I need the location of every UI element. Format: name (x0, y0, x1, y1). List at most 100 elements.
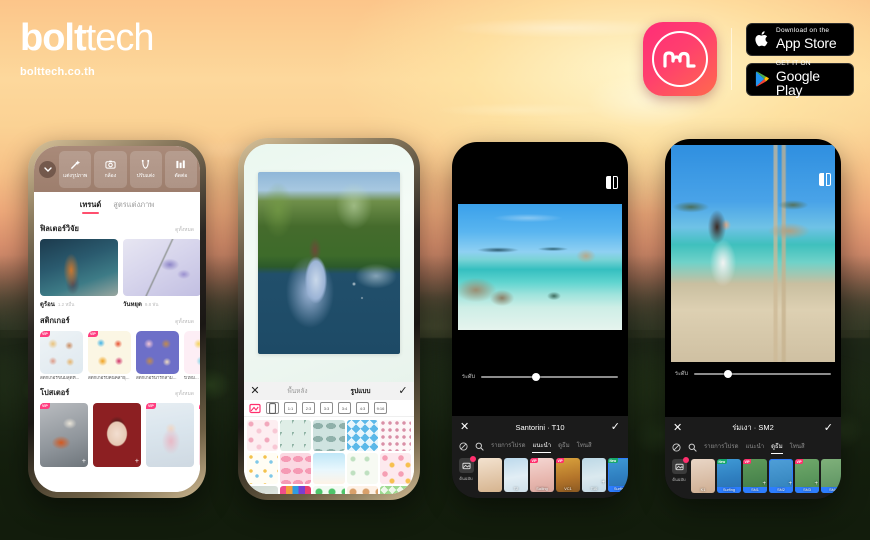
ratio-9-16[interactable]: 9:16 (374, 402, 387, 414)
ratio-3-4[interactable]: 3:4 (338, 402, 351, 414)
section-title-posters: โปสเตอร์ (40, 387, 70, 397)
toolbar-tile-camera[interactable]: กล้อง (94, 150, 127, 188)
google-play-button[interactable]: GET IT ON Google Play (746, 60, 854, 97)
list-item[interactable]: VIP (199, 402, 200, 467)
no-filter-icon[interactable] (459, 442, 468, 451)
pattern-swatch[interactable] (313, 453, 345, 485)
tab-recommended[interactable]: แนะนำ (532, 440, 551, 453)
store-area: Download on the App Store GET IT ON Goog… (643, 22, 854, 97)
filter-thumbnail[interactable]: VIP Sailing (530, 458, 554, 492)
tab-favorites[interactable]: รายการโปรด (491, 440, 525, 453)
google-play-text: GET IT ON Google Play (776, 60, 845, 97)
add-icon[interactable]: + (82, 458, 86, 465)
app-store-button[interactable]: Download on the App Store (746, 22, 854, 56)
phone-ratio-icon[interactable] (266, 402, 279, 414)
meitu-app-icon[interactable] (643, 22, 717, 96)
filter-thumbnail[interactable]: + T10 (582, 458, 606, 492)
check-icon[interactable]: ✓ (824, 422, 833, 434)
filter-thumbnail[interactable]: K1 (691, 459, 715, 493)
tab-background[interactable]: พื้นหลัง (287, 386, 307, 396)
tab-themes[interactable]: ดูธีม (771, 441, 783, 454)
pattern-swatch[interactable] (347, 420, 378, 451)
free-crop-icon[interactable] (248, 402, 261, 414)
tab-tones[interactable]: โทนสี (577, 440, 592, 453)
pattern-swatch[interactable] (247, 453, 278, 484)
list-item[interactable]: วันหยุด 9.8 พัน (123, 239, 200, 309)
check-icon[interactable]: ✓ (392, 385, 414, 397)
list-item[interactable]: + (93, 402, 141, 467)
filter-thumbnail[interactable]: T2 (504, 458, 528, 492)
slider-track[interactable] (480, 373, 618, 381)
section-more-filters[interactable]: ดูทั้งหมด (175, 226, 194, 234)
add-icon[interactable]: + (135, 458, 139, 465)
no-filter-icon[interactable] (672, 443, 681, 452)
toolbar-tile-beautify[interactable]: ปรับแต่ง (129, 150, 162, 188)
panel-title-bar: ✕ ร่มเงา · SM2 ✓ (665, 417, 841, 439)
compare-split-icon[interactable] (606, 176, 618, 189)
intensity-slider[interactable]: ระดับ (452, 370, 628, 384)
section-more-posters[interactable]: ดูทั้งหมด (175, 390, 194, 398)
list-item[interactable]: ปีใหม่... (184, 331, 200, 381)
slider-thumb[interactable] (531, 373, 540, 381)
promo-banner: bolttech bolttech.co.th Download on the … (0, 0, 870, 540)
filter-thumbnail[interactable]: New Surfing (717, 459, 741, 493)
search-icon[interactable] (475, 442, 484, 451)
close-icon[interactable]: ✕ (460, 421, 469, 433)
tab-recipes[interactable]: สูตรแต่งภาพ (113, 199, 154, 214)
list-item[interactable]: VIP (146, 402, 194, 467)
pattern-swatch[interactable] (247, 486, 279, 494)
check-icon[interactable]: ✓ (611, 421, 620, 433)
tab-favorites[interactable]: รายการโปรด (704, 441, 738, 454)
filter-thumbnail-selected[interactable]: + SM2 (769, 459, 793, 493)
filter-thumbnail[interactable]: VIP VC1 (556, 458, 580, 492)
tab-tones[interactable]: โทนสี (790, 441, 805, 454)
tab-pattern[interactable]: รูปแบบ (350, 386, 370, 396)
list-item[interactable]: สติกเกอร์น่ารักสาม... (136, 331, 179, 381)
slider-track[interactable] (693, 370, 831, 378)
tab-trend[interactable]: เทรนด์ (80, 199, 101, 214)
card-title: ดูร้อน (40, 302, 55, 308)
list-item[interactable]: VIP สติกเกอร์ปิคนิคสาธุ... (88, 331, 131, 381)
chevron-down-icon[interactable] (39, 160, 56, 178)
editor-canvas[interactable] (244, 144, 414, 382)
filter-thumbnail[interactable]: VIP + SM3 (795, 459, 819, 493)
section-more-stickers[interactable]: ดูทั้งหมด (175, 318, 194, 326)
pattern-swatch[interactable] (380, 453, 411, 484)
pattern-swatch[interactable] (247, 420, 278, 451)
pattern-swatch[interactable] (379, 420, 411, 452)
tab-recommended[interactable]: แนะนำ (745, 441, 764, 454)
original-photo-button[interactable]: ต้นฉบับ (669, 457, 689, 483)
toolbar-tile-video[interactable]: ตัดต่อ (164, 150, 197, 188)
notification-dot (682, 457, 689, 463)
pattern-swatch[interactable] (380, 486, 411, 494)
panel-title-bar: ✕ Santorini · T10 ✓ (452, 416, 628, 438)
list-item[interactable]: VIP สติกเกอร์ขนมสุดที่... (40, 331, 83, 381)
tab-themes[interactable]: ดูธีม (558, 440, 570, 453)
slider-thumb[interactable] (724, 370, 733, 378)
original-photo-button[interactable]: ต้นฉบับ (456, 456, 476, 482)
list-item[interactable]: VIP + (40, 402, 88, 467)
pattern-swatch[interactable] (280, 420, 312, 452)
ratio-3-3[interactable]: 3:3 (320, 402, 333, 414)
ratio-4-3[interactable]: 4:3 (356, 402, 369, 414)
filter-thumbnail-selected[interactable]: New Surfing (608, 458, 628, 492)
pattern-swatch[interactable] (280, 453, 312, 485)
compare-split-icon[interactable] (819, 173, 831, 186)
search-icon[interactable] (688, 443, 697, 452)
pattern-swatch[interactable] (280, 486, 312, 494)
intensity-slider[interactable]: ระดับ (665, 367, 841, 381)
pattern-swatch[interactable] (313, 420, 345, 452)
filter-thumbnail[interactable] (478, 458, 502, 492)
ratio-2-3[interactable]: 2:3 (302, 402, 315, 414)
toolbar-tile-edit[interactable]: แต่งรูปภาพ (59, 150, 92, 188)
ratio-1-1[interactable]: 1:1 (284, 402, 297, 414)
filter-thumbnail[interactable]: VIP + SM1 (743, 459, 767, 493)
pattern-swatch[interactable] (313, 486, 345, 494)
pattern-swatch[interactable] (346, 486, 378, 494)
pattern-swatch[interactable] (346, 453, 378, 485)
filter-thumbnail[interactable]: +SM4 (821, 459, 841, 493)
add-icon[interactable]: + (601, 480, 605, 486)
close-icon[interactable]: ✕ (673, 422, 682, 434)
list-item[interactable]: ดูร้อน 1.2 หมื่น (40, 239, 118, 309)
close-icon[interactable]: ✕ (244, 385, 266, 397)
